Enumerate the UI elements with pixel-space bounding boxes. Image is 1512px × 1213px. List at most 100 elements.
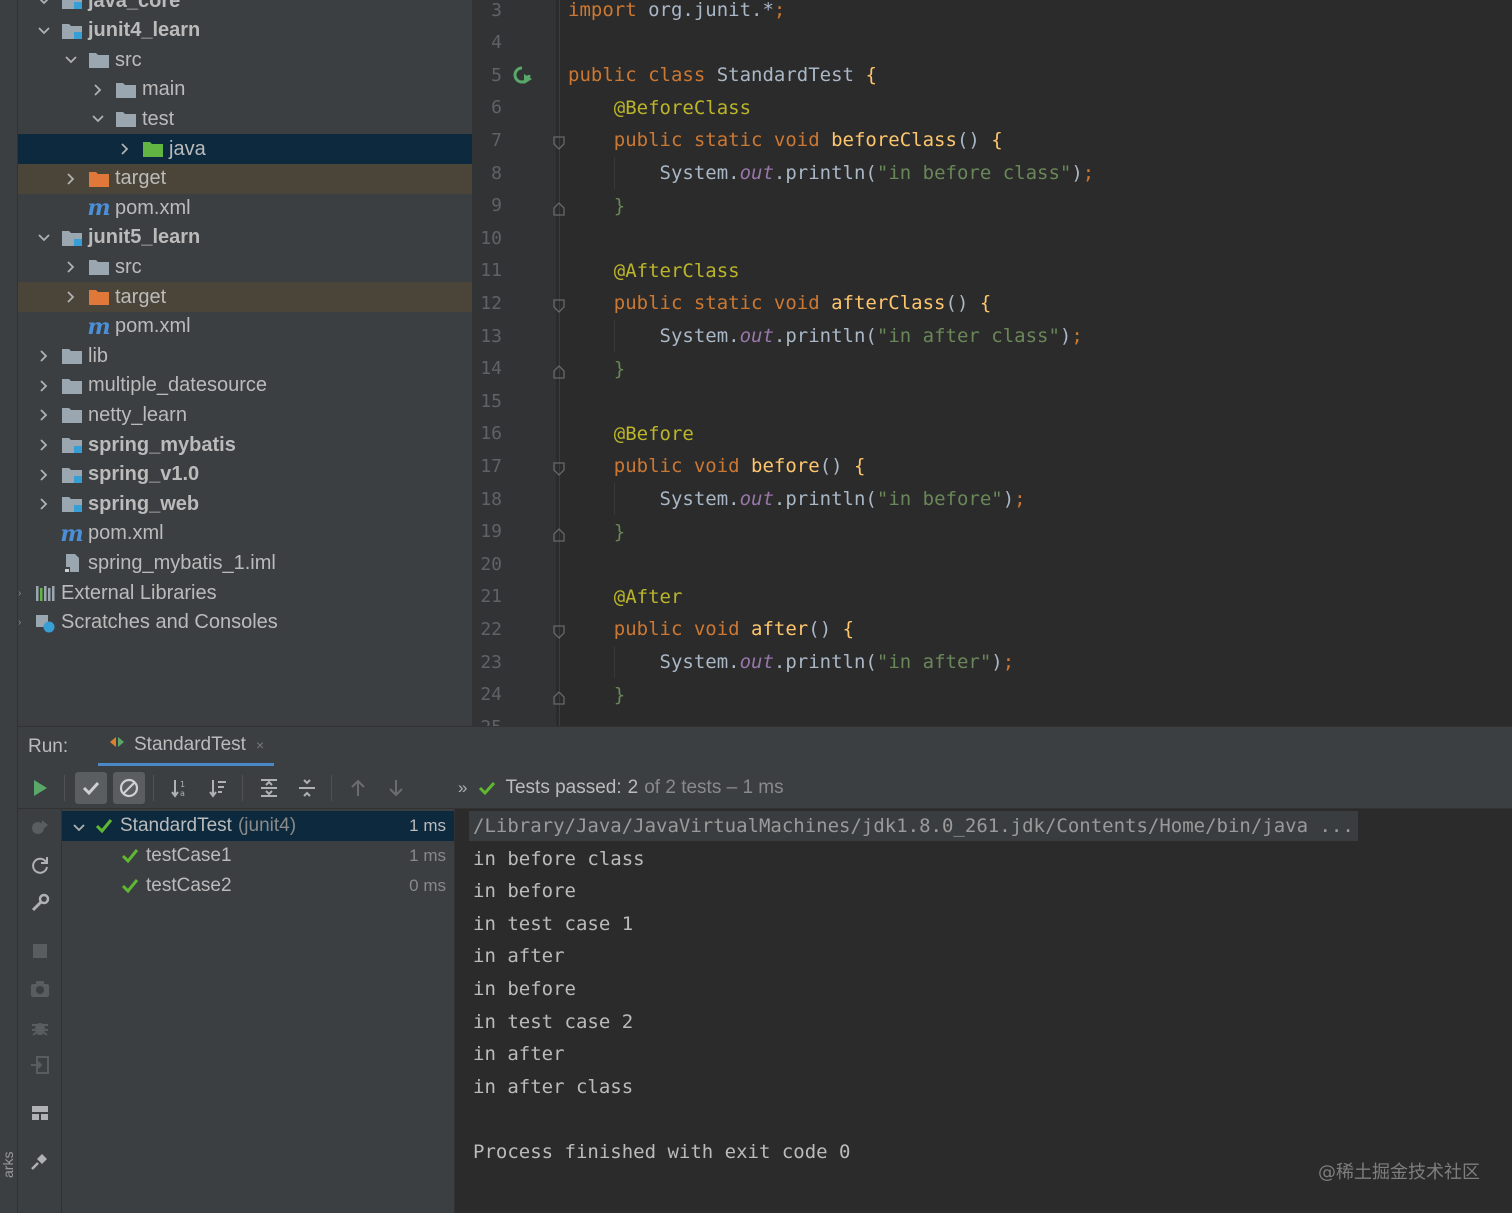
code-line[interactable]: 11 @AfterClass — [472, 255, 1512, 287]
stop-button[interactable] — [28, 939, 52, 963]
code-line[interactable]: 5 public class StandardTest { — [472, 59, 1512, 91]
fold-open-icon[interactable] — [552, 622, 566, 640]
chevron-down-icon[interactable] — [91, 112, 105, 126]
code-line[interactable]: 23 System.out.println("in after"); — [472, 646, 1512, 678]
chevron-right-icon[interactable] — [37, 468, 51, 482]
tree-item[interactable]: src — [18, 252, 472, 282]
tree-item[interactable]: main — [18, 75, 472, 105]
chevron-right-icon[interactable] — [37, 349, 51, 363]
run-tab-standardtest[interactable]: StandardTest × — [98, 726, 275, 766]
code-line[interactable]: 8 System.out.println("in before class"); — [472, 157, 1512, 189]
tree-item[interactable]: junit4_learn — [18, 16, 472, 46]
test-result-row[interactable]: testCase2 0 ms — [62, 871, 454, 901]
code-line[interactable]: 12 public static void afterClass() { — [472, 287, 1512, 319]
test-result-row[interactable]: StandardTest (junit4) 1 ms — [62, 811, 454, 841]
chevron-right-icon[interactable] — [64, 172, 78, 186]
chevron-down-icon[interactable] — [64, 53, 78, 67]
code-line[interactable]: 13 System.out.println("in after class"); — [472, 320, 1512, 352]
fold-close-icon[interactable] — [552, 525, 566, 542]
chevron-right-icon[interactable] — [64, 260, 78, 274]
pin-tab-button[interactable] — [28, 1149, 52, 1173]
chevron-right-icon[interactable]: › — [18, 616, 26, 630]
tree-item[interactable]: java — [18, 134, 472, 164]
tree-item[interactable]: m pom.xml — [18, 193, 472, 223]
tree-item[interactable]: spring_v1.0 — [18, 460, 472, 490]
code-line[interactable]: 22 public void after() { — [472, 613, 1512, 645]
code-line[interactable]: 20 — [472, 548, 1512, 580]
console-output[interactable]: /Library/Java/JavaVirtualMachines/jdk1.8… — [454, 809, 1512, 1213]
bookmarks-tab-label[interactable]: arks — [0, 1152, 16, 1178]
fold-open-icon[interactable] — [552, 296, 566, 314]
tree-item[interactable]: netty_learn — [18, 400, 472, 430]
code-editor[interactable]: 3 import org.junit.*; 4 5 public class Stand… — [472, 0, 1512, 726]
code-line[interactable]: 25 — [472, 711, 1512, 726]
tree-item[interactable]: m pom.xml — [18, 312, 472, 342]
code-line[interactable]: 6 @BeforeClass — [472, 92, 1512, 124]
code-line[interactable]: 21 @After — [472, 581, 1512, 613]
chevron-right-icon[interactable] — [118, 142, 132, 156]
show-passed-toggle[interactable] — [75, 771, 107, 804]
code-line[interactable]: 15 — [472, 385, 1512, 417]
test-results-tree[interactable]: StandardTest (junit4) 1 ms testCase1 1 ms tes… — [62, 809, 454, 1213]
tree-item[interactable]: lib — [18, 341, 472, 371]
layout-button[interactable] — [28, 1101, 52, 1125]
chevron-right-icon[interactable] — [91, 83, 105, 97]
previous-failed-button[interactable] — [342, 772, 374, 804]
code-line[interactable]: 10 — [472, 222, 1512, 254]
tree-item[interactable]: spring_mybatis_1.iml — [18, 548, 472, 578]
expand-all-button[interactable] — [253, 772, 285, 804]
code-line[interactable]: 14 } — [472, 353, 1512, 385]
rerun-failed-button[interactable] — [28, 853, 52, 877]
exit-button[interactable] — [28, 1053, 52, 1077]
fold-close-icon[interactable] — [552, 688, 566, 705]
code-line[interactable]: 4 — [472, 27, 1512, 59]
chevron-right-icon[interactable] — [37, 497, 51, 511]
tree-item[interactable]: m pom.xml — [18, 519, 472, 549]
collapse-all-button[interactable] — [291, 772, 323, 804]
chevron-right-icon[interactable]: › — [18, 586, 26, 600]
chevron-down-icon[interactable] — [72, 819, 86, 833]
settings-wrench-button[interactable] — [28, 891, 52, 915]
next-failed-button[interactable] — [380, 772, 412, 804]
fold-open-icon[interactable] — [552, 133, 566, 151]
tree-item[interactable]: java_core — [18, 0, 472, 16]
tree-item[interactable]: src — [18, 45, 472, 75]
chevron-right-icon[interactable] — [64, 290, 78, 304]
sort-alphabetically-button[interactable]: 1a — [164, 772, 196, 804]
code-line[interactable]: 17 public void before() { — [472, 450, 1512, 482]
toggle-autotest-button[interactable] — [28, 815, 52, 839]
rerun-button[interactable] — [24, 772, 56, 804]
tree-item[interactable]: spring_web — [18, 489, 472, 519]
code-line[interactable]: 3 import org.junit.*; — [472, 0, 1512, 26]
code-line[interactable]: 9 } — [472, 190, 1512, 222]
chevron-down-icon[interactable] — [37, 231, 51, 245]
chevron-right-icon[interactable] — [37, 379, 51, 393]
tree-item[interactable]: spring_mybatis — [18, 430, 472, 460]
fold-open-icon[interactable] — [552, 459, 566, 477]
chevron-down-icon[interactable] — [37, 24, 51, 38]
sort-by-duration-button[interactable] — [202, 772, 234, 804]
more-actions-icon[interactable]: » — [458, 778, 467, 798]
code-line[interactable]: 16 @Before — [472, 418, 1512, 450]
run-test-gutter-icon[interactable] — [512, 64, 534, 86]
code-line[interactable]: 24 } — [472, 679, 1512, 711]
chevron-right-icon[interactable] — [37, 408, 51, 422]
show-ignored-toggle[interactable] — [113, 771, 145, 804]
code-line[interactable]: 7 public static void beforeClass() { — [472, 124, 1512, 156]
code-line[interactable]: 18 System.out.println("in before"); — [472, 483, 1512, 515]
tree-item[interactable]: test — [18, 104, 472, 134]
tree-item[interactable]: target — [18, 163, 472, 194]
close-tab-icon[interactable]: × — [256, 737, 264, 753]
debug-button[interactable] — [28, 1015, 52, 1039]
tree-item[interactable]: junit5_learn — [18, 223, 472, 253]
tree-item[interactable]: › External Libraries — [18, 578, 472, 608]
chevron-right-icon[interactable] — [37, 438, 51, 452]
code-line[interactable]: 19 } — [472, 516, 1512, 548]
chevron-down-icon[interactable] — [37, 0, 51, 8]
test-result-row[interactable]: testCase1 1 ms — [62, 841, 454, 871]
fold-close-icon[interactable] — [552, 199, 566, 216]
fold-close-icon[interactable] — [552, 362, 566, 379]
dump-threads-button[interactable] — [28, 977, 52, 1001]
tree-item[interactable]: target — [18, 282, 472, 312]
tree-item[interactable]: multiple_datesource — [18, 371, 472, 401]
